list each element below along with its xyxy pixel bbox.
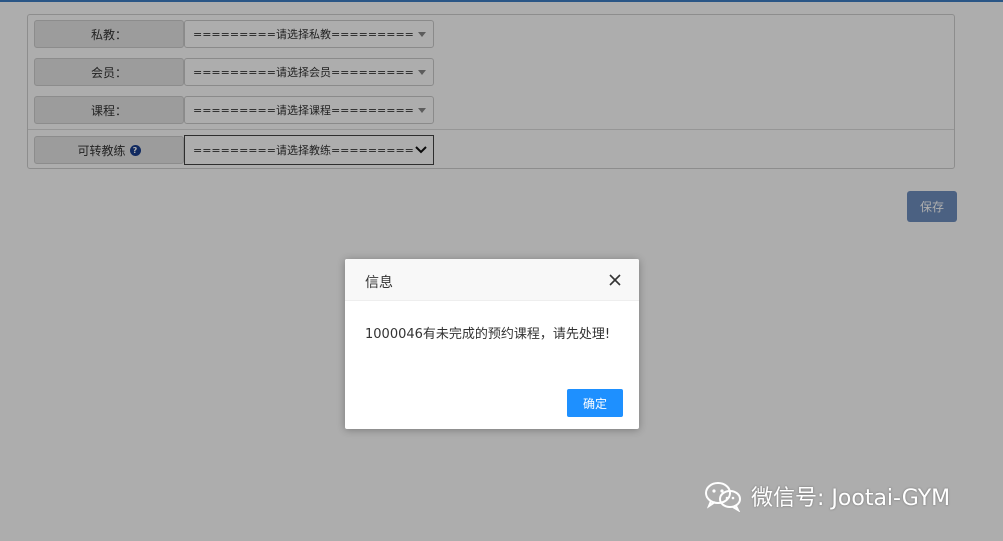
- dialog-header: 信息: [345, 259, 639, 301]
- dialog-title: 信息: [365, 275, 393, 291]
- dialog-message: 1000046有未完成的预约课程，请先处理!: [365, 327, 611, 342]
- wechat-watermark: 微信号: Jootai-GYM: [703, 478, 950, 514]
- wechat-icon: [705, 482, 741, 512]
- watermark-text: 微信号: Jootai-GYM: [751, 486, 951, 511]
- confirm-button[interactable]: 确定: [567, 389, 623, 417]
- info-dialog: 信息 1000046有未完成的预约课程，请先处理! 确定: [345, 259, 639, 429]
- close-icon[interactable]: [607, 272, 623, 288]
